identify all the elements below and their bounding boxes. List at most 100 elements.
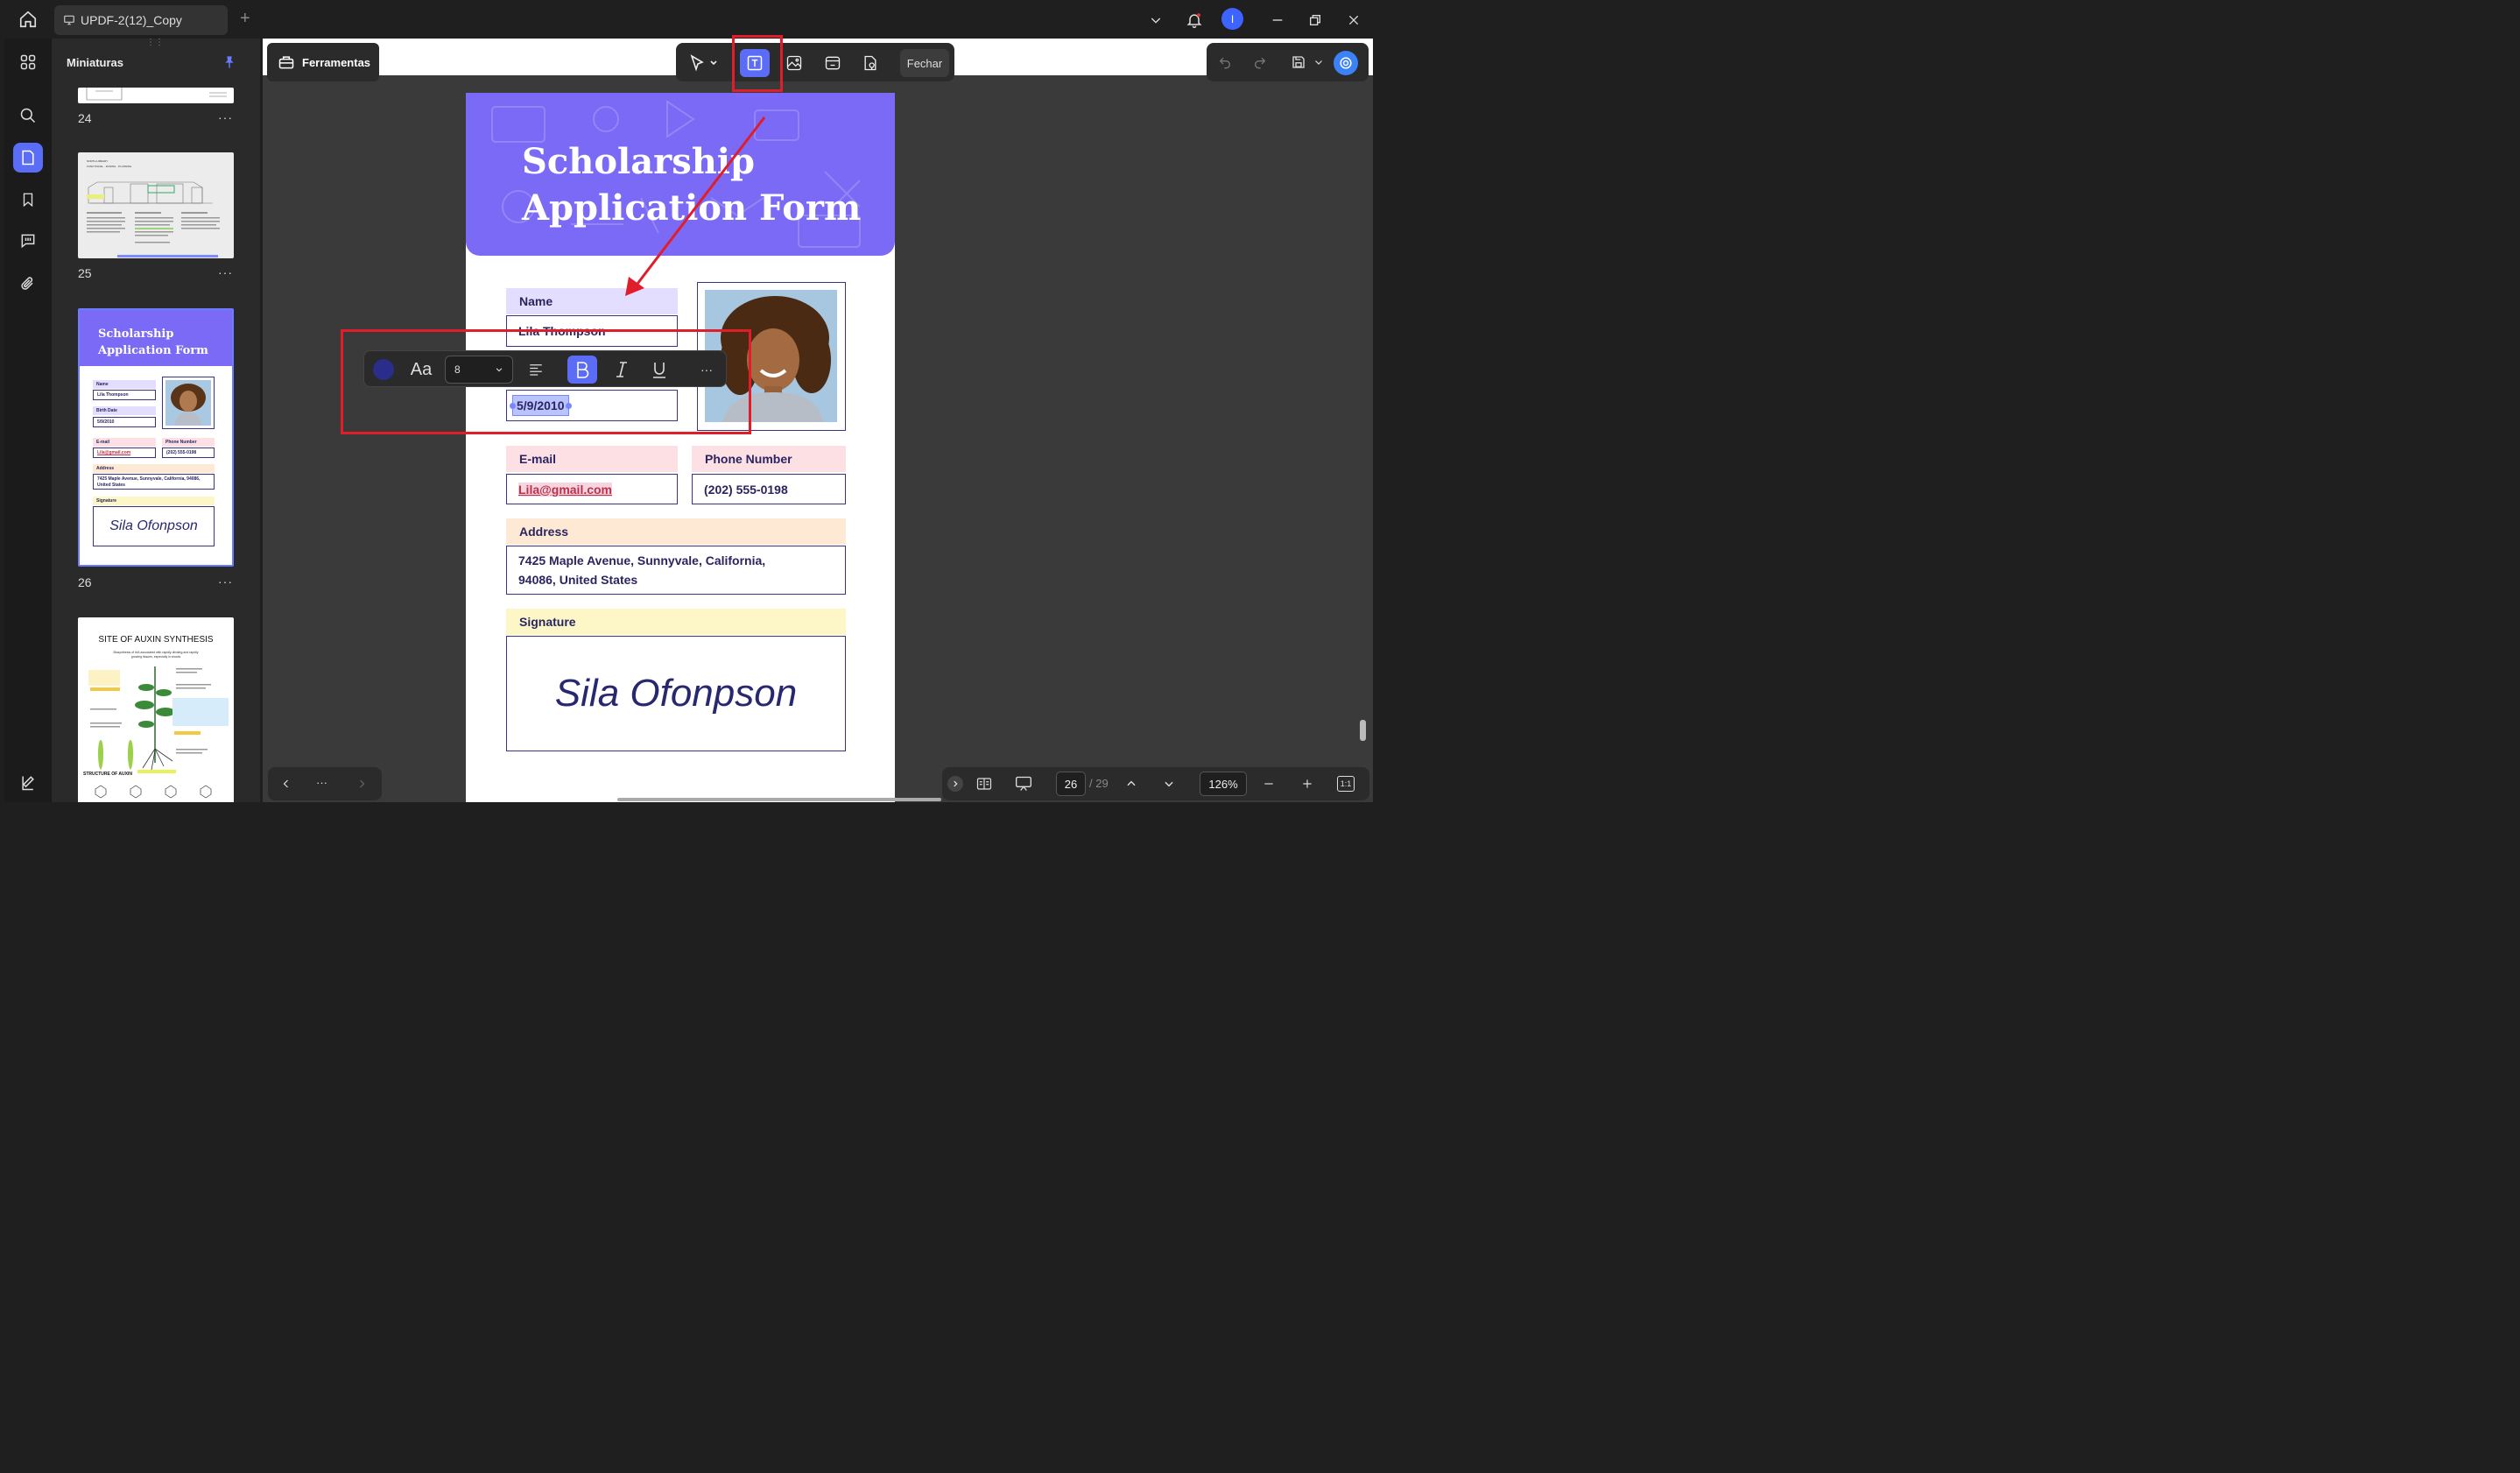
bell-icon[interactable]: [1183, 9, 1206, 32]
document-tab[interactable]: UPDF-2(12)_Copy: [54, 5, 228, 35]
page-more-button[interactable]: ···: [218, 110, 233, 124]
thumb-address-value: 7425 Maple Avenue, Sunnyvale, California…: [93, 474, 215, 490]
phone-field[interactable]: (202) 555-0198: [692, 474, 846, 504]
apps-icon[interactable]: [13, 47, 43, 77]
attachment-icon[interactable]: [13, 269, 43, 299]
phone-label: Phone Number: [692, 446, 846, 472]
chevron-down-icon[interactable]: [1144, 9, 1167, 32]
next-arrow-icon[interactable]: [354, 775, 370, 793]
resize-handle[interactable]: ⋮⋮: [146, 39, 165, 47]
name-label: Name: [506, 288, 678, 314]
thumb-auxin-footer: STRUCTURE OF AUXIN: [83, 772, 132, 777]
signature-label: Signature: [506, 609, 846, 635]
more-button[interactable]: ···: [316, 776, 327, 789]
ai-assistant-icon[interactable]: [1334, 51, 1358, 75]
watermark-tool-button[interactable]: [855, 49, 885, 77]
left-rail: [4, 39, 52, 802]
image-tool-button[interactable]: [779, 49, 809, 77]
form-header: Scholarship Application Form: [466, 93, 895, 256]
page-thumbnail-26[interactable]: Scholarship Application Form Name Lila T…: [78, 308, 234, 567]
minimize-icon[interactable]: [1266, 9, 1289, 32]
title-bar: UPDF-2(12)_Copy + I: [0, 0, 1373, 39]
thumb-name-value: Lila Thompson: [93, 390, 156, 400]
history-tools: [1207, 43, 1369, 81]
restore-icon[interactable]: [1304, 9, 1327, 32]
page-down-icon[interactable]: [1160, 775, 1178, 793]
form-title: Scholarship Application Form: [522, 138, 861, 231]
pdf-page: Scholarship Application Form Name Lila T…: [466, 93, 895, 802]
document-tab-title: UPDF-2(12)_Copy: [81, 13, 182, 27]
page-number-input[interactable]: 26: [1056, 772, 1086, 796]
tools-button[interactable]: Ferramentas: [267, 43, 379, 81]
thumb-title-line2: Application Form: [98, 344, 208, 357]
thumb-address-label: Address: [93, 464, 215, 473]
thumbnail-panel: ⋮⋮ Miniaturas 24 ··· NORTH LIBRARY FUNCT…: [52, 39, 260, 802]
avatar[interactable]: I: [1221, 8, 1243, 30]
email-field[interactable]: Lila@gmail.com: [506, 474, 678, 504]
zoom-in-icon[interactable]: [1298, 775, 1317, 793]
thumb-phone-value: (202) 555-0198: [162, 448, 215, 458]
zoom-out-icon[interactable]: [1259, 775, 1278, 793]
thumbnails-icon[interactable]: [13, 143, 43, 173]
save-options-chevron-icon[interactable]: [1312, 53, 1326, 71]
thumb-birth-value: 5/9/2010: [93, 417, 156, 427]
panel-title: Miniaturas: [67, 56, 124, 69]
presentation-icon[interactable]: [1012, 774, 1035, 793]
address-line2: 94086, United States: [518, 573, 638, 587]
address-line1: 7425 Maple Avenue, Sunnyvale, California…: [518, 553, 766, 567]
page-thumbnail-24[interactable]: [78, 88, 234, 103]
close-icon[interactable]: [1342, 9, 1365, 32]
thumb-photo: [162, 377, 215, 429]
thumb-phone-label: Phone Number: [162, 438, 215, 447]
total-pages: / 29: [1089, 777, 1109, 790]
tools-label: Ferramentas: [302, 55, 371, 69]
expand-icon[interactable]: [947, 776, 963, 792]
thumb-name-label: Name: [93, 380, 156, 389]
toolbox-icon: [278, 53, 295, 71]
home-icon[interactable]: [12, 7, 44, 32]
signature-field[interactable]: Sila Ofonpson: [506, 636, 846, 751]
page-thumbnail-27[interactable]: SITE OF AUXIN SYNTHESIS Biosynthesis of …: [78, 617, 234, 802]
highlight-text-tool: [732, 35, 783, 92]
pin-icon[interactable]: [222, 53, 236, 72]
page-more-button[interactable]: ···: [218, 265, 233, 279]
layers-icon[interactable]: [13, 768, 43, 798]
horizontal-scrollbar[interactable]: [617, 798, 941, 801]
highlight-format-toolbar: [341, 329, 751, 434]
page-number: 26: [78, 575, 92, 589]
address-field[interactable]: 7425 Maple Avenue, Sunnyvale, California…: [506, 546, 846, 595]
prev-arrow-icon[interactable]: [278, 775, 294, 793]
comment-icon[interactable]: [13, 226, 43, 256]
vertical-scrollbar[interactable]: [1360, 720, 1366, 741]
page-nav-left: ···: [268, 767, 382, 800]
page-more-button[interactable]: ···: [218, 574, 233, 588]
monitor-icon: [63, 14, 75, 26]
link-tool-button[interactable]: [818, 49, 848, 77]
email-value[interactable]: Lila@gmail.com: [518, 482, 613, 497]
new-tab-icon[interactable]: +: [240, 10, 256, 28]
close-edit-button[interactable]: Fechar: [900, 49, 949, 77]
redo-icon[interactable]: [1250, 53, 1270, 71]
thumb-title-line1: Scholarship: [98, 328, 174, 341]
page-up-icon[interactable]: [1123, 775, 1140, 793]
thumb-signature-value: Sila Ofonpson: [93, 506, 215, 546]
address-label: Address: [506, 518, 846, 545]
edit-tools: Fechar: [676, 43, 954, 81]
actual-size-button[interactable]: 1:1: [1337, 776, 1355, 792]
zoom-level[interactable]: 126%: [1200, 772, 1247, 796]
thumb-email-label: E-mail: [93, 438, 156, 447]
thumb-birth-label: Birth Date: [93, 406, 156, 415]
bookmark-icon[interactable]: [13, 185, 43, 215]
undo-icon[interactable]: [1215, 53, 1235, 71]
reading-mode-icon[interactable]: [974, 774, 995, 793]
page-number: 24: [78, 111, 92, 125]
select-tool-button[interactable]: [683, 49, 723, 77]
page-controls: 26 / 29 126% 1:1: [942, 767, 1369, 800]
thumb-email-value: Lila@gmail.com: [93, 448, 156, 458]
save-icon[interactable]: [1289, 53, 1308, 71]
thumb-signature-label: Signature: [93, 497, 215, 505]
search-icon[interactable]: [13, 101, 43, 130]
form-title-line2: Application Form: [522, 187, 862, 229]
page-thumbnail-25[interactable]: NORTH LIBRARY FUNCTIONAL · ZONING · PLAN…: [78, 152, 234, 258]
page-number: 25: [78, 266, 92, 280]
